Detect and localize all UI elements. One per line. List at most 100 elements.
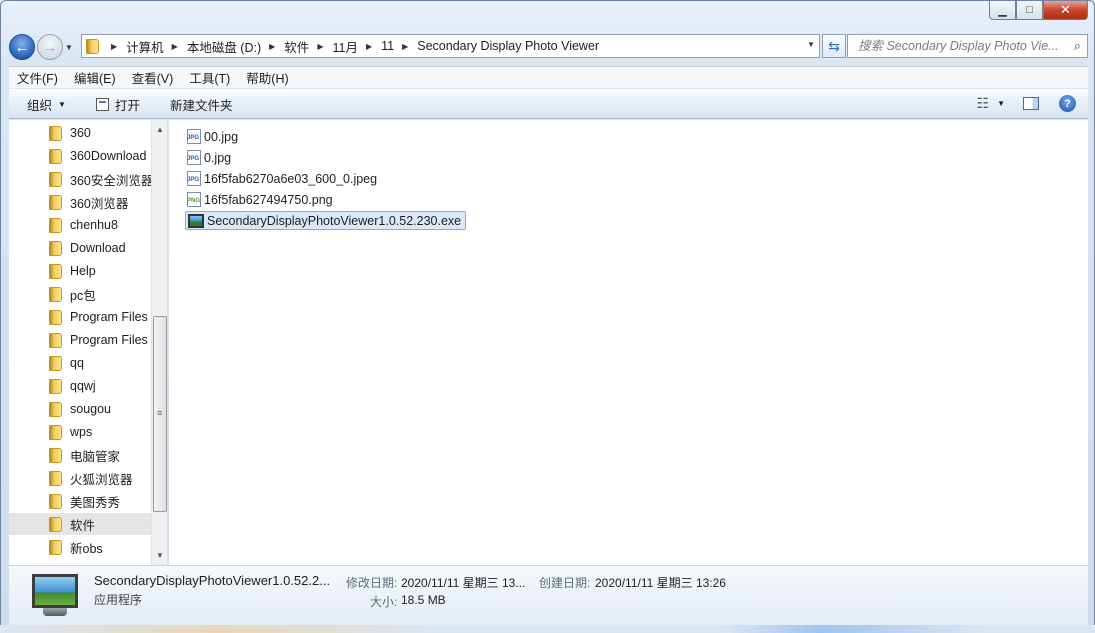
list-item[interactable]: 0.jpg: [185, 148, 235, 167]
view-options-dropdown-icon[interactable]: ▼: [997, 99, 1005, 108]
chevron-right-icon[interactable]: ▶: [366, 42, 372, 51]
details-pane: SecondaryDisplayPhotoViewer1.0.52.2... 应…: [9, 565, 1088, 626]
tree-item[interactable]: 美图秀秀: [9, 490, 151, 512]
modified-date-value: 2020/11/11 星期三 13...: [401, 576, 526, 590]
chevron-down-icon: ▼: [58, 99, 66, 109]
open-button[interactable]: 打开: [95, 95, 140, 114]
menu-edit[interactable]: 编辑(E): [74, 68, 116, 87]
refresh-icon: ⇆: [828, 37, 840, 54]
folder-icon: [49, 447, 62, 463]
breadcrumb-current-folder[interactable]: Secondary Display Photo Viewer: [417, 39, 599, 53]
tree-item[interactable]: 360浏览器: [9, 191, 151, 213]
tree-item[interactable]: 火狐浏览器: [9, 467, 151, 489]
folder-icon: [49, 516, 62, 532]
menu-tools[interactable]: 工具(T): [189, 68, 230, 87]
created-date-label: 创建日期:: [539, 576, 591, 590]
folder-icon: [49, 332, 62, 348]
folder-icon: [49, 355, 62, 371]
jpg-file-icon: [187, 129, 201, 144]
breadcrumb-drive[interactable]: 本地磁盘 (D:): [187, 37, 261, 56]
chevron-right-icon[interactable]: ▶: [317, 42, 323, 51]
tree-item[interactable]: 360Download: [9, 145, 151, 167]
recent-pages-dropdown[interactable]: ▼: [63, 43, 75, 52]
folder-icon: [49, 309, 62, 325]
caption-buttons: ▁ □ ✕: [989, 1, 1088, 20]
breadcrumb-computer[interactable]: 计算机: [126, 37, 164, 56]
tree-item[interactable]: Program Files: [9, 306, 151, 328]
tree-item[interactable]: 360安全浏览器: [9, 168, 151, 190]
tree-item[interactable]: Help: [9, 260, 151, 282]
list-item[interactable]: 00.jpg: [185, 127, 242, 146]
minimize-button[interactable]: ▁: [989, 1, 1016, 20]
tree-item[interactable]: sougou: [9, 398, 151, 420]
preview-pane-icon[interactable]: [1023, 97, 1039, 110]
scroll-up-icon[interactable]: ▲: [152, 122, 167, 138]
folder-icon: [49, 240, 62, 256]
folder-icon: [49, 148, 62, 164]
view-controls: ☷ ▼ ?: [977, 95, 1076, 112]
scrollbar-thumb[interactable]: ≡: [153, 316, 167, 512]
chevron-right-icon[interactable]: ▶: [111, 42, 117, 51]
created-date-value: 2020/11/11 星期三 13:26: [595, 576, 726, 590]
search-input[interactable]: [856, 38, 1068, 54]
tree-item[interactable]: Download: [9, 237, 151, 259]
tree-item[interactable]: wps: [9, 421, 151, 443]
organize-label: 组织: [27, 98, 53, 113]
open-icon: [95, 97, 109, 111]
breadcrumb-november[interactable]: 11月: [332, 37, 357, 56]
tree-item[interactable]: 新obs: [9, 536, 151, 558]
folder-icon: [49, 171, 62, 187]
list-item-selected[interactable]: SecondaryDisplayPhotoViewer1.0.52.230.ex…: [185, 211, 467, 230]
tree-item[interactable]: qqwj: [9, 375, 151, 397]
maximize-button[interactable]: □: [1016, 1, 1043, 20]
exe-file-icon: [188, 213, 204, 228]
tree-item[interactable]: chenhu8: [9, 214, 151, 236]
tree-item[interactable]: 电脑管家: [9, 444, 151, 466]
open-label: 打开: [114, 98, 140, 113]
search-icon[interactable]: ⌕: [1074, 38, 1081, 54]
folder-icon: [49, 493, 62, 509]
breadcrumb-11[interactable]: 11: [381, 39, 394, 53]
folder-icon: [49, 125, 62, 141]
size-value: 18.5 MB: [401, 593, 446, 607]
chevron-right-icon[interactable]: ▶: [269, 42, 275, 51]
new-folder-button[interactable]: 新建文件夹: [170, 95, 233, 114]
folder-icon: [49, 470, 62, 486]
folder-icon: [49, 263, 62, 279]
menu-bar: 文件(F) 编辑(E) 查看(V) 工具(T) 帮助(H): [9, 66, 1088, 88]
scroll-down-icon[interactable]: ▼: [152, 548, 167, 564]
explorer-window: ▁ □ ✕ ← → ▼ ▶ 计算机 ▶ 本地磁盘 (D:) ▶ 软件 ▶ 11月…: [0, 0, 1095, 633]
chevron-right-icon[interactable]: ▶: [402, 42, 408, 51]
navigation-scrollbar[interactable]: ▲ ≡ ▼: [151, 120, 167, 565]
tree-item-selected[interactable]: 软件: [9, 513, 151, 535]
breadcrumb-software[interactable]: 软件: [284, 37, 309, 56]
help-icon[interactable]: ?: [1059, 95, 1076, 112]
forward-arrow-icon: →: [42, 38, 58, 56]
search-box[interactable]: ⌕: [847, 34, 1088, 58]
menu-help[interactable]: 帮助(H): [246, 68, 288, 87]
refresh-button[interactable]: ⇆: [822, 34, 846, 58]
tree-item[interactable]: pc包: [9, 283, 151, 305]
chevron-right-icon[interactable]: ▶: [172, 42, 178, 51]
folder-icon: [49, 539, 62, 555]
list-item[interactable]: 16f5fab6270a6e03_600_0.jpeg: [185, 169, 381, 188]
forward-button[interactable]: →: [37, 34, 63, 60]
command-bar: 组织 ▼ 打开 新建文件夹 ☷ ▼ ?: [9, 89, 1088, 119]
change-view-icon[interactable]: ☷: [977, 95, 990, 112]
tree-item[interactable]: qq: [9, 352, 151, 374]
menu-file[interactable]: 文件(F): [17, 68, 58, 87]
taskbar-strip: [0, 625, 1095, 633]
back-button[interactable]: ←: [9, 34, 35, 60]
details-file-type: 应用程序: [94, 593, 143, 607]
tree-item[interactable]: Program Files: [9, 329, 151, 351]
new-folder-label: 新建文件夹: [169, 98, 233, 113]
address-bar[interactable]: ▶ 计算机 ▶ 本地磁盘 (D:) ▶ 软件 ▶ 11月 ▶ 11 ▶ Seco…: [81, 34, 820, 58]
close-button[interactable]: ✕: [1043, 1, 1088, 20]
address-dropdown-icon[interactable]: ▼: [807, 40, 815, 49]
tree-item[interactable]: 360: [9, 122, 151, 144]
list-item[interactable]: 16f5fab627494750.png: [185, 190, 337, 209]
menu-view[interactable]: 查看(V): [132, 68, 174, 87]
folder-icon: [49, 217, 62, 233]
back-arrow-icon: ←: [14, 38, 30, 56]
organize-button[interactable]: 组织 ▼: [27, 95, 66, 114]
